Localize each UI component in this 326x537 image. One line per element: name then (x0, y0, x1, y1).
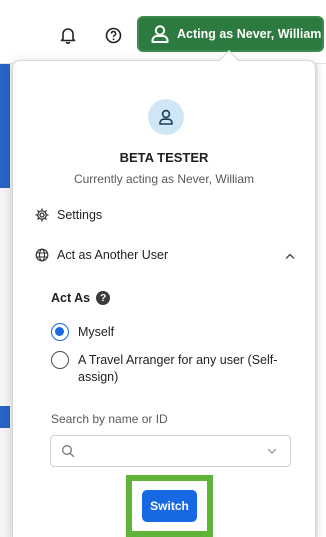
act-as-another-user-label: Act as Another User (57, 248, 169, 262)
search-label: Search by name or ID (51, 412, 168, 426)
search-input[interactable] (83, 444, 266, 458)
act-as-another-user-toggle[interactable]: Act as Another User (35, 248, 168, 262)
radio-option-myself[interactable]: Myself (51, 323, 115, 341)
acting-as-label: Acting as Never, William (177, 27, 322, 41)
act-as-heading: Act As ? (51, 291, 111, 305)
switch-highlight: Switch (126, 475, 213, 537)
user-icon (157, 108, 175, 126)
chevron-down-icon[interactable] (266, 445, 278, 457)
radio-option-travel-arranger[interactable]: A Travel Arranger for any user (Self-ass… (51, 351, 301, 386)
popover-subtitle: Currently acting as Never, William (73, 172, 255, 186)
chevron-up-icon[interactable] (284, 250, 296, 262)
top-header: Acting as Never, William (0, 0, 326, 64)
act-as-label: Act As (51, 291, 91, 305)
radio-label: A Travel Arranger for any user (Self-ass… (78, 353, 278, 384)
search-icon (61, 444, 75, 458)
question-circle-icon[interactable]: ? (96, 291, 111, 305)
settings-label: Settings (57, 208, 103, 222)
question-circle-icon[interactable] (103, 25, 123, 45)
radio-button[interactable] (51, 351, 69, 369)
background-accent-bar (0, 406, 10, 428)
user-icon (149, 23, 171, 45)
acting-as-button[interactable]: Acting as Never, William (139, 18, 322, 50)
bell-icon[interactable] (58, 25, 78, 45)
background-accent-bar (0, 64, 10, 188)
settings-link[interactable]: Settings (35, 208, 102, 222)
gear-icon (35, 208, 49, 222)
avatar (148, 99, 184, 135)
page-background-right (318, 64, 326, 537)
radio-button-selected[interactable] (51, 323, 69, 341)
user-search-combobox[interactable] (50, 435, 291, 467)
popover-title: BETA TESTER (119, 150, 209, 165)
globe-icon (35, 248, 49, 262)
radio-label: Myself (78, 325, 115, 339)
switch-button[interactable]: Switch (142, 490, 197, 522)
